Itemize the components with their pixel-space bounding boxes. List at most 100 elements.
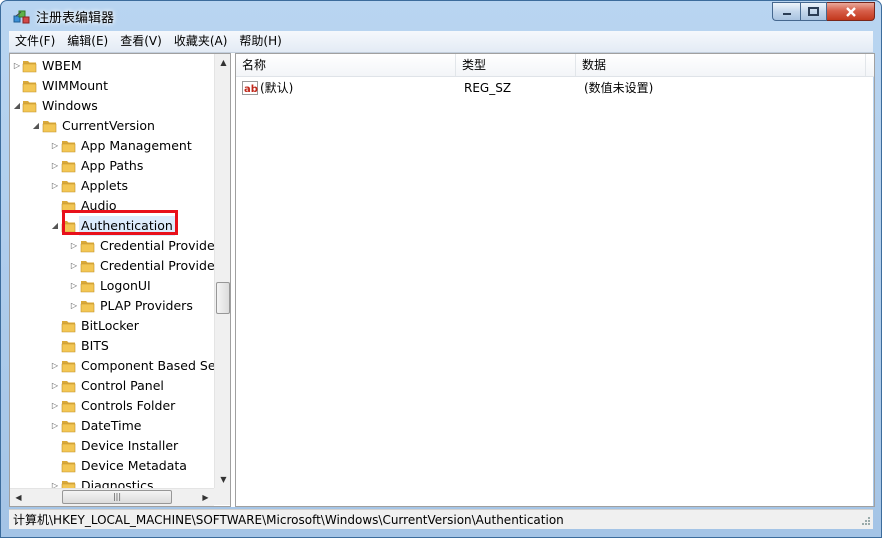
resize-grip-icon[interactable] xyxy=(861,516,871,526)
tree-item-label: Applets xyxy=(81,178,128,193)
value-type: REG_SZ xyxy=(464,81,512,95)
tree-vertical-scrollbar[interactable]: ▲ ▼ xyxy=(214,54,230,488)
folder-icon xyxy=(80,261,95,273)
tree-item[interactable]: ▷ Control Panel xyxy=(10,376,214,396)
menu-view[interactable]: 查看(V) xyxy=(114,31,168,52)
tree-item-label: PLAP Providers xyxy=(100,298,193,313)
folder-icon xyxy=(42,121,57,133)
column-name[interactable]: 名称 xyxy=(236,54,456,76)
expand-arrow-icon[interactable]: ▷ xyxy=(51,136,59,156)
tree-item[interactable]: ▷ PLAP Providers xyxy=(10,296,214,316)
client-area: ▷ WBEM WIMMount ◢ Windows ◢ CurrentVersion ▷ App… xyxy=(9,53,875,507)
registry-editor-window: 注册表编辑器 文件(F) 编辑(E) 查看(V) 收藏夹(A) 帮助(H) ▷ W… xyxy=(0,0,882,538)
title-bar[interactable]: 注册表编辑器 xyxy=(1,1,881,31)
expand-arrow-icon[interactable]: ▷ xyxy=(51,356,59,376)
expand-arrow-icon[interactable]: ▷ xyxy=(51,376,59,396)
tree-item[interactable]: ▷ Controls Folder xyxy=(10,396,214,416)
menu-bar: 文件(F) 编辑(E) 查看(V) 收藏夹(A) 帮助(H) xyxy=(9,31,873,53)
list-item[interactable]: ab (默认) REG_SZ (数值未设置) xyxy=(236,78,874,98)
tree-item[interactable]: ▷ Component Based Servicing xyxy=(10,356,214,376)
folder-icon xyxy=(22,101,37,113)
tree-item[interactable]: BITS xyxy=(10,336,214,356)
status-bar: 计算机\HKEY_LOCAL_MACHINE\SOFTWARE\Microsof… xyxy=(9,509,873,529)
scroll-up-icon[interactable]: ▲ xyxy=(215,54,230,71)
folder-icon xyxy=(61,181,76,193)
tree-item[interactable]: Device Metadata xyxy=(10,456,214,476)
tree-item[interactable]: ▷ Credential Provider Filters xyxy=(10,256,214,276)
tree-item[interactable]: ▷ DateTime xyxy=(10,416,214,436)
maximize-button[interactable] xyxy=(800,2,827,21)
expand-arrow-icon[interactable]: ▷ xyxy=(51,476,59,488)
tree-item[interactable]: ◢ Windows xyxy=(10,96,214,116)
tree-horizontal-scrollbar[interactable]: ◀ ||| ▶ xyxy=(10,488,214,506)
menu-edit[interactable]: 编辑(E) xyxy=(61,31,114,52)
menu-favorites[interactable]: 收藏夹(A) xyxy=(168,31,234,52)
maximize-icon xyxy=(808,7,819,16)
close-button[interactable] xyxy=(827,2,875,21)
tree-item-label: App Paths xyxy=(81,158,144,173)
folder-icon xyxy=(80,281,95,293)
expand-arrow-icon[interactable]: ▷ xyxy=(51,156,59,176)
tree-item-label: DateTime xyxy=(81,418,142,433)
folder-icon xyxy=(61,421,76,433)
close-icon xyxy=(845,6,856,17)
minimize-icon xyxy=(782,12,791,15)
tree-item[interactable]: ▷ WBEM xyxy=(10,56,214,76)
expand-arrow-icon[interactable]: ▷ xyxy=(51,396,59,416)
column-type[interactable]: 类型 xyxy=(456,54,576,76)
tree-item-label: Windows xyxy=(42,98,98,113)
regedit-icon xyxy=(13,10,30,24)
tree-item-label: Device Metadata xyxy=(81,458,187,473)
folder-icon xyxy=(61,141,76,153)
scroll-down-icon[interactable]: ▼ xyxy=(215,471,230,488)
selection-highlight-box xyxy=(62,210,178,235)
expand-arrow-icon[interactable]: ▷ xyxy=(13,56,21,76)
tree-item-label: Diagnostics xyxy=(81,478,154,488)
collapse-arrow-icon[interactable]: ◢ xyxy=(32,116,40,136)
tree-item[interactable]: ▷ Applets xyxy=(10,176,214,196)
registry-tree: ▷ WBEM WIMMount ◢ Windows ◢ CurrentVersion ▷ App… xyxy=(9,53,231,507)
expand-arrow-icon[interactable]: ▷ xyxy=(51,176,59,196)
collapse-arrow-icon[interactable]: ◢ xyxy=(51,216,59,236)
tree-item[interactable]: Device Installer xyxy=(10,436,214,456)
tree-horizontal-thumb[interactable]: ||| xyxy=(62,490,172,504)
value-name: (默认) xyxy=(260,81,294,95)
expand-arrow-icon[interactable]: ▷ xyxy=(70,256,78,276)
tree-item[interactable]: ◢ CurrentVersion xyxy=(10,116,214,136)
scroll-right-icon[interactable]: ▶ xyxy=(197,489,214,506)
expand-arrow-icon[interactable]: ▷ xyxy=(51,416,59,436)
folder-icon xyxy=(61,401,76,413)
tree-item[interactable]: ▷ App Paths xyxy=(10,156,214,176)
tree-item[interactable]: WIMMount xyxy=(10,76,214,96)
tree-item[interactable]: ▷ App Management xyxy=(10,136,214,156)
menu-file[interactable]: 文件(F) xyxy=(9,31,61,52)
column-data[interactable]: 数据 xyxy=(576,54,866,76)
folder-icon xyxy=(61,481,76,488)
tree-item[interactable]: ▷ LogonUI xyxy=(10,276,214,296)
svg-text:ab: ab xyxy=(244,84,258,95)
minimize-button[interactable] xyxy=(772,2,800,21)
value-list: 名称 类型 数据 ab (默认) REG_SZ (数值未设置) xyxy=(235,53,875,507)
expand-arrow-icon[interactable]: ▷ xyxy=(70,296,78,316)
tree-item[interactable]: ▷ Diagnostics xyxy=(10,476,214,488)
scroll-left-icon[interactable]: ◀ xyxy=(10,489,27,506)
tree-view[interactable]: ▷ WBEM WIMMount ◢ Windows ◢ CurrentVersion ▷ App… xyxy=(10,54,214,488)
menu-help[interactable]: 帮助(H) xyxy=(233,31,287,52)
expand-arrow-icon[interactable]: ▷ xyxy=(70,236,78,256)
tree-item-label: BITS xyxy=(81,338,109,353)
value-data: (数值未设置) xyxy=(584,81,654,95)
folder-icon xyxy=(61,161,76,173)
collapse-arrow-icon[interactable]: ◢ xyxy=(13,96,21,116)
tree-item[interactable]: BitLocker xyxy=(10,316,214,336)
tree-item-label: Component Based Servicing xyxy=(81,358,214,373)
folder-icon xyxy=(22,61,37,73)
expand-arrow-icon[interactable]: ▷ xyxy=(70,276,78,296)
folder-icon xyxy=(61,341,76,353)
tree-item[interactable]: ▷ Credential Providers xyxy=(10,236,214,256)
tree-item-label: Device Installer xyxy=(81,438,179,453)
tree-item-label: Control Panel xyxy=(81,378,164,393)
tree-item-label: CurrentVersion xyxy=(62,118,155,133)
tree-vertical-thumb[interactable] xyxy=(216,282,230,314)
folder-icon xyxy=(61,441,76,453)
folder-icon xyxy=(22,81,37,93)
